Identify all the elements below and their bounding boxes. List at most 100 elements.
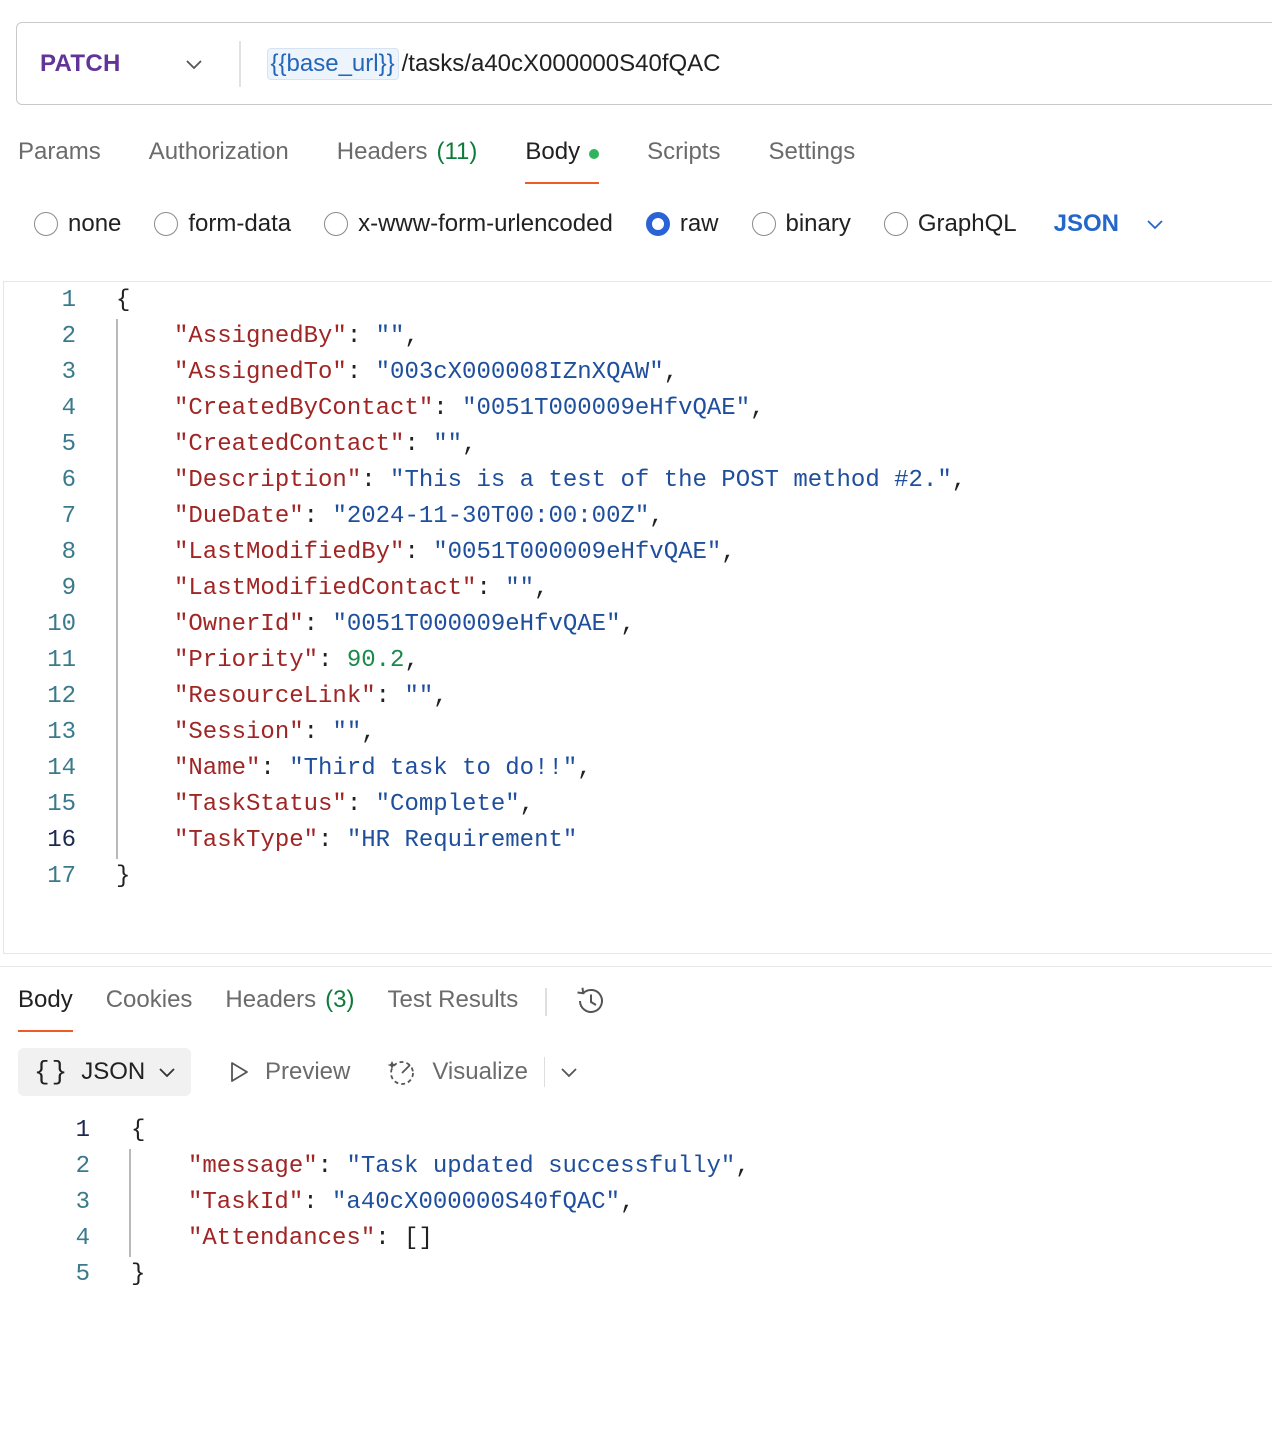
- colon: :: [318, 827, 347, 854]
- tab-label: Authorization: [148, 138, 289, 165]
- colon: :: [404, 539, 434, 566]
- comma: ,: [462, 431, 477, 458]
- json-key: "LastModifiedBy": [174, 539, 405, 566]
- history-icon[interactable]: [573, 984, 607, 1018]
- radio-binary[interactable]: binary: [751, 210, 851, 238]
- code-line: 2 "AssignedBy": "",: [4, 319, 1204, 355]
- tabs-separator: [545, 988, 547, 1016]
- line-number: 11: [47, 647, 76, 674]
- colon: :: [433, 395, 463, 422]
- code-line: 1{: [4, 283, 1204, 319]
- code-text: "Attendances": []: [188, 1221, 433, 1257]
- line-number: 2: [61, 323, 76, 350]
- colon: :: [318, 647, 347, 674]
- json-key: "CreatedByContact": [174, 395, 434, 422]
- code-text: "DueDate": "2024-11-30T00:00:00Z",: [174, 499, 664, 535]
- json-value: "0051T000009eHfvQAE": [462, 395, 751, 422]
- tab-settings[interactable]: Settings: [768, 132, 855, 184]
- code-line: 12 "ResourceLink": "",: [4, 679, 1204, 715]
- colon: :: [317, 1153, 347, 1180]
- colon: :: [346, 791, 376, 818]
- colon: :: [303, 503, 333, 530]
- json-value: "Complete": [375, 791, 520, 818]
- colon: :: [346, 359, 376, 386]
- radio-circle-selected[interactable]: [645, 212, 670, 236]
- line-number: 6: [61, 467, 76, 494]
- response-format-select[interactable]: {} JSON: [18, 1048, 191, 1096]
- colon: :: [346, 323, 376, 350]
- tab-params[interactable]: Params: [18, 132, 101, 184]
- line-number: 4: [61, 395, 76, 422]
- code-line: 4 "CreatedByContact": "0051T000009eHfvQAE…: [4, 391, 1204, 427]
- body-modified-dot: [589, 149, 600, 159]
- radio-raw[interactable]: raw: [645, 210, 719, 238]
- tab-body[interactable]: Body: [525, 132, 600, 184]
- tab-authorization[interactable]: Authorization: [149, 132, 289, 184]
- tab-headers[interactable]: Headers (11): [337, 132, 478, 184]
- radio-label: x-www-form-urlencoded: [358, 210, 613, 237]
- colon: :: [303, 611, 333, 638]
- code-line: 11 "Priority": 90.2,: [4, 643, 1204, 679]
- comma: ,: [620, 611, 635, 638]
- json-key: "Session": [174, 719, 304, 746]
- visualize-icon: [387, 1061, 415, 1085]
- code-text: "Priority": 90.2,: [174, 643, 419, 679]
- line-number: 1: [75, 1117, 90, 1144]
- url-variable-chip[interactable]: {{base_url}}: [266, 47, 399, 80]
- radio-x-www-form-urlencoded[interactable]: x-www-form-urlencoded: [324, 210, 613, 238]
- tab-response-body[interactable]: Body: [18, 980, 73, 1032]
- response-toolbar: {} JSON Preview Visualize: [18, 1048, 579, 1096]
- tab-cookies[interactable]: Cookies: [106, 980, 193, 1032]
- comma: ,: [750, 395, 765, 422]
- tab-label: Params: [18, 138, 101, 165]
- tab-label: Settings: [768, 138, 856, 165]
- radio-circle[interactable]: [324, 212, 349, 236]
- braces-icon: {}: [34, 1057, 70, 1087]
- comma: ,: [404, 647, 419, 674]
- line-number: 3: [75, 1189, 90, 1216]
- code-text: "CreatedContact": "",: [174, 427, 476, 463]
- colon: :: [476, 575, 506, 602]
- request-body-editor[interactable]: 1{2 "AssignedBy": "", 3 "AssignedTo": "003c…: [3, 281, 1272, 954]
- code-line: 2 "message": "Task updated successfully",: [0, 1149, 1200, 1185]
- code-text: "message": "Task updated successfully",: [188, 1149, 750, 1185]
- radio-circle[interactable]: [154, 212, 179, 236]
- visualize-button[interactable]: Visualize: [386, 1056, 528, 1088]
- radio-circle[interactable]: [751, 212, 776, 236]
- code-text: }: [116, 859, 130, 895]
- comma: ,: [534, 575, 549, 602]
- line-number: 17: [47, 863, 76, 890]
- comma: ,: [649, 503, 664, 530]
- colon: :: [361, 467, 391, 494]
- json-value: []: [404, 1225, 433, 1252]
- brace: {: [131, 1117, 146, 1144]
- method-select[interactable]: PATCH: [17, 23, 239, 104]
- json-value: "": [332, 719, 362, 746]
- language-select[interactable]: JSON: [1054, 210, 1165, 238]
- line-number: 9: [61, 575, 76, 602]
- radio-form-data[interactable]: form-data: [154, 210, 291, 238]
- json-value: "0051T000009eHfvQAE": [433, 539, 722, 566]
- tab-scripts[interactable]: Scripts: [647, 132, 720, 184]
- preview-button[interactable]: Preview: [227, 1058, 350, 1086]
- radio-circle[interactable]: [883, 212, 908, 236]
- code-line: 6 "Description": "This is a test of the P…: [4, 463, 1204, 499]
- tab-test-results[interactable]: Test Results: [387, 980, 518, 1032]
- chevron-down-icon[interactable]: [559, 1062, 579, 1082]
- radio-circle[interactable]: [34, 212, 58, 236]
- code-text: {: [116, 283, 130, 319]
- json-value: "": [505, 575, 535, 602]
- radio-none[interactable]: none: [34, 210, 121, 238]
- play-icon: [231, 1062, 248, 1082]
- json-key: "LastModifiedContact": [174, 575, 477, 602]
- code-text: "ResourceLink": "",: [174, 679, 448, 715]
- json-value: "Task updated successfully": [346, 1153, 736, 1180]
- radio-graphql[interactable]: GraphQL: [883, 210, 1017, 238]
- code-line: 4 "Attendances": []: [0, 1221, 1200, 1257]
- url-input[interactable]: {{base_url}} /tasks/a40cX000000S40fQAC: [266, 47, 721, 80]
- radio-label: none: [68, 210, 122, 237]
- brace: }: [131, 1261, 146, 1288]
- tab-response-headers[interactable]: Headers (3): [225, 980, 354, 1032]
- colon: :: [303, 1189, 333, 1216]
- body-type-selector: none form-data x-www-form-urlencoded raw…: [34, 207, 1165, 241]
